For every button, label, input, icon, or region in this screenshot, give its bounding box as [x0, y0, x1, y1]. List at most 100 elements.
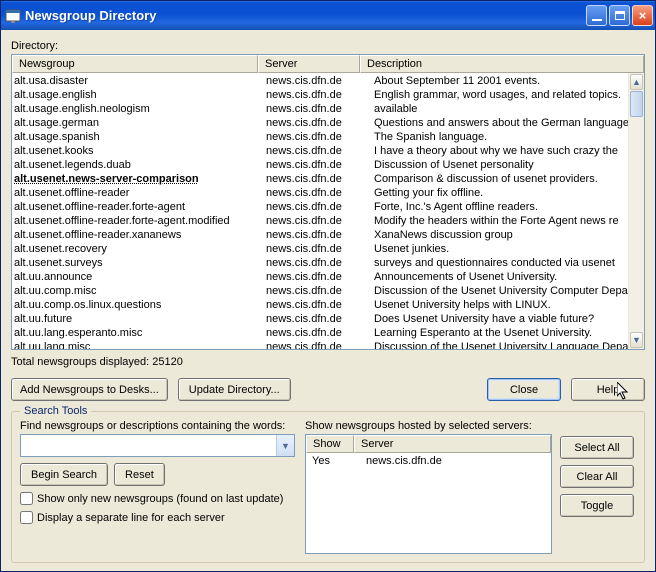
row-description: Learning Esperanto at the Usenet Univers… [368, 326, 628, 340]
search-tools-legend: Search Tools [20, 405, 91, 417]
reset-button[interactable]: Reset [114, 463, 165, 486]
list-header[interactable]: Newsgroup Server Description [12, 55, 644, 73]
row-server: news.cis.dfn.de [260, 172, 368, 186]
row-newsgroup: alt.uu.lang.misc [12, 340, 260, 349]
row-description: English grammar, word usages, and relate… [368, 88, 628, 102]
table-row[interactable]: alt.usenet.offline-reader.forte-agentnew… [12, 200, 628, 214]
server-rows[interactable]: Yesnews.cis.dfn.de [306, 453, 551, 553]
scroll-thumb[interactable] [630, 91, 643, 117]
table-row[interactable]: alt.usenet.offline-readernews.cis.dfn.de… [12, 186, 628, 200]
table-row[interactable]: alt.usa.disasternews.cis.dfn.deAbout Sep… [12, 74, 628, 88]
row-server: news.cis.dfn.de [260, 340, 368, 349]
row-description: Getting your fix offline. [368, 186, 628, 200]
add-newsgroups-button[interactable]: Add Newsgroups to Desks... [11, 378, 168, 401]
row-description: Forte, Inc.'s Agent offline readers. [368, 200, 628, 214]
show-only-new-label: Show only new newsgroups (found on last … [37, 493, 283, 505]
row-newsgroup: alt.usenet.surveys [12, 256, 260, 270]
app-icon [5, 8, 21, 24]
server-list[interactable]: Show Server Yesnews.cis.dfn.de [305, 434, 552, 554]
row-description: Comparison & discussion of usenet provid… [368, 172, 628, 186]
column-header-server-name[interactable]: Server [354, 435, 551, 453]
row-server: news.cis.dfn.de [260, 186, 368, 200]
maximize-button[interactable] [609, 5, 630, 26]
server-row[interactable]: Yesnews.cis.dfn.de [306, 454, 551, 468]
search-combobox[interactable]: ▼ [20, 434, 295, 457]
row-description: available [368, 102, 628, 116]
close-window-button[interactable]: × [632, 5, 653, 26]
row-description: Discussion of the Usenet University Lang… [368, 340, 628, 349]
separate-line-checkbox[interactable] [20, 511, 33, 524]
minimize-button[interactable] [586, 5, 607, 26]
newsgroup-list[interactable]: Newsgroup Server Description alt.usa.dis… [11, 54, 645, 350]
search-tools-group: Search Tools Find newsgroups or descript… [11, 411, 645, 563]
row-server: news.cis.dfn.de [260, 270, 368, 284]
row-newsgroup: alt.usage.english.neologism [12, 102, 260, 116]
table-row[interactable]: alt.usenet.kooksnews.cis.dfn.deI have a … [12, 144, 628, 158]
toggle-button[interactable]: Toggle [560, 494, 634, 517]
row-server: news.cis.dfn.de [260, 256, 368, 270]
row-newsgroup: alt.usage.spanish [12, 130, 260, 144]
update-directory-button[interactable]: Update Directory... [178, 378, 291, 401]
table-row[interactable]: alt.usage.englishnews.cis.dfn.deEnglish … [12, 88, 628, 102]
row-server: news.cis.dfn.de [260, 298, 368, 312]
table-row[interactable]: alt.uu.comp.os.linux.questionsnews.cis.d… [12, 298, 628, 312]
list-rows[interactable]: alt.usa.disasternews.cis.dfn.deAbout Sep… [12, 73, 628, 349]
table-row[interactable]: alt.usenet.offline-reader.xananewsnews.c… [12, 228, 628, 242]
table-row[interactable]: alt.usenet.surveysnews.cis.dfn.desurveys… [12, 256, 628, 270]
table-row[interactable]: alt.uu.comp.miscnews.cis.dfn.deDiscussio… [12, 284, 628, 298]
row-newsgroup: alt.uu.lang.esperanto.misc [12, 326, 260, 340]
table-row[interactable]: alt.uu.futurenews.cis.dfn.deDoes Usenet … [12, 312, 628, 326]
show-hosted-label: Show newsgroups hosted by selected serve… [305, 420, 552, 432]
find-label: Find newsgroups or descriptions containi… [20, 420, 295, 432]
row-server: news.cis.dfn.de [260, 326, 368, 340]
row-server: news.cis.dfn.de [260, 130, 368, 144]
separate-line-checkbox-row[interactable]: Display a separate line for each server [20, 511, 295, 524]
titlebar[interactable]: Newsgroup Directory × [1, 1, 655, 30]
window: Newsgroup Directory × Directory: Newsgro… [0, 0, 656, 572]
begin-search-button[interactable]: Begin Search [20, 463, 108, 486]
row-server: news.cis.dfn.de [260, 312, 368, 326]
show-only-new-checkbox-row[interactable]: Show only new newsgroups (found on last … [20, 492, 295, 505]
scroll-up-arrow[interactable]: ▲ [630, 74, 643, 90]
row-description: Does Usenet University have a viable fut… [368, 312, 628, 326]
column-header-server[interactable]: Server [258, 55, 360, 73]
row-description: surveys and questionnaires conducted via… [368, 256, 628, 270]
table-row[interactable]: alt.usenet.recoverynews.cis.dfn.deUsenet… [12, 242, 628, 256]
row-newsgroup: alt.usenet.offline-reader.forte-agent.mo… [12, 214, 260, 228]
clear-all-button[interactable]: Clear All [560, 465, 634, 488]
search-input[interactable] [21, 435, 276, 456]
table-row[interactable]: alt.usage.spanishnews.cis.dfn.deThe Span… [12, 130, 628, 144]
row-description: Announcements of Usenet University. [368, 270, 628, 284]
show-only-new-checkbox[interactable] [20, 492, 33, 505]
row-newsgroup: alt.usenet.offline-reader [12, 186, 260, 200]
select-all-button[interactable]: Select All [560, 436, 634, 459]
row-description: Usenet junkies. [368, 242, 628, 256]
directory-label: Directory: [11, 40, 645, 52]
table-row[interactable]: alt.usenet.offline-reader.forte-agent.mo… [12, 214, 628, 228]
scroll-down-arrow[interactable]: ▼ [630, 332, 643, 348]
table-row[interactable]: alt.uu.announcenews.cis.dfn.deAnnounceme… [12, 270, 628, 284]
row-newsgroup: alt.usenet.news-server-comparison [12, 172, 260, 186]
column-header-show[interactable]: Show [306, 435, 354, 453]
column-header-newsgroup[interactable]: Newsgroup [12, 55, 258, 73]
row-description: Discussion of the Usenet University Comp… [368, 284, 628, 298]
chevron-down-icon[interactable]: ▼ [276, 435, 294, 456]
table-row[interactable]: alt.uu.lang.esperanto.miscnews.cis.dfn.d… [12, 326, 628, 340]
close-button[interactable]: Close [487, 378, 561, 401]
row-server: news.cis.dfn.de [260, 214, 368, 228]
column-header-description[interactable]: Description [360, 55, 644, 73]
row-newsgroup: alt.usage.german [12, 116, 260, 130]
row-description: I have a theory about why we have such c… [368, 144, 628, 158]
server-row-name: news.cis.dfn.de [360, 454, 551, 468]
help-button[interactable]: Help [571, 378, 645, 401]
row-description: Discussion of Usenet personality [368, 158, 628, 172]
vertical-scrollbar[interactable]: ▲ ▼ [628, 73, 644, 349]
table-row[interactable]: alt.usage.english.neologismnews.cis.dfn.… [12, 102, 628, 116]
status-total: Total newsgroups displayed: 25120 [11, 356, 645, 368]
table-row[interactable]: alt.usage.germannews.cis.dfn.deQuestions… [12, 116, 628, 130]
table-row[interactable]: alt.usenet.legends.duabnews.cis.dfn.deDi… [12, 158, 628, 172]
table-row[interactable]: alt.usenet.news-server-comparisonnews.ci… [12, 172, 628, 186]
separate-line-label: Display a separate line for each server [37, 512, 225, 524]
window-title: Newsgroup Directory [25, 8, 586, 23]
table-row[interactable]: alt.uu.lang.miscnews.cis.dfn.deDiscussio… [12, 340, 628, 349]
